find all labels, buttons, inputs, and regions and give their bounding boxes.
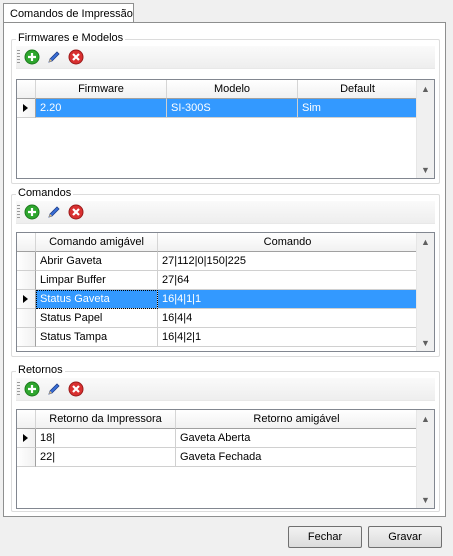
scroll-down-icon[interactable]: ▼	[417, 491, 434, 508]
add-icon[interactable]	[24, 381, 40, 397]
group-comandos: Comandos Comando amigável Comando Abrir …	[11, 187, 440, 357]
scroll-down-icon[interactable]: ▼	[417, 161, 434, 178]
row-header[interactable]	[17, 429, 36, 448]
row-header[interactable]	[17, 309, 36, 328]
toolbar-retornos	[16, 378, 435, 401]
add-icon[interactable]	[24, 204, 40, 220]
vertical-scrollbar[interactable]: ▲ ▼	[416, 410, 434, 508]
current-row-arrow-icon	[23, 295, 28, 303]
grid-corner	[17, 80, 36, 99]
toolbar-firmwares	[16, 46, 435, 69]
toolbar-grip[interactable]	[17, 50, 20, 64]
cell-comando[interactable]: 27|64	[158, 271, 418, 290]
col-header-comando-amigavel[interactable]: Comando amigável	[36, 233, 158, 252]
tab-label: Comandos de Impressão	[10, 8, 133, 20]
group-firmwares: Firmwares e Modelos Firmware Modelo Defa…	[11, 32, 440, 184]
row-header[interactable]	[17, 448, 36, 467]
cell-comando-amigavel[interactable]: Abrir Gaveta	[36, 252, 158, 271]
col-header-default[interactable]: Default	[298, 80, 418, 99]
col-header-firmware[interactable]: Firmware	[36, 80, 167, 99]
cell-retorno-amigavel[interactable]: Gaveta Fechada	[176, 448, 418, 467]
group-title-firmwares: Firmwares e Modelos	[16, 32, 126, 44]
cell-comando-amigavel[interactable]: Limpar Buffer	[36, 271, 158, 290]
row-header[interactable]	[17, 252, 36, 271]
row-header[interactable]	[17, 99, 36, 118]
delete-icon[interactable]	[68, 381, 84, 397]
scroll-up-icon[interactable]: ▲	[417, 410, 434, 427]
edit-icon[interactable]	[46, 49, 62, 65]
vertical-scrollbar[interactable]: ▲ ▼	[416, 233, 434, 351]
group-title-retornos: Retornos	[16, 364, 65, 376]
scroll-up-icon[interactable]: ▲	[417, 80, 434, 97]
col-header-modelo[interactable]: Modelo	[167, 80, 298, 99]
add-icon[interactable]	[24, 49, 40, 65]
vertical-scrollbar[interactable]: ▲ ▼	[416, 80, 434, 178]
grid-firmwares[interactable]: Firmware Modelo Default 2.20 SI-300S Sim…	[16, 79, 435, 179]
row-header[interactable]	[17, 328, 36, 347]
delete-icon[interactable]	[68, 49, 84, 65]
col-header-retorno-impressora[interactable]: Retorno da Impressora	[36, 410, 176, 429]
cell-comando-amigavel[interactable]: Status Papel	[36, 309, 158, 328]
cell-firmware[interactable]: 2.20	[36, 99, 167, 118]
scroll-down-icon[interactable]: ▼	[417, 334, 434, 351]
toolbar-grip[interactable]	[17, 382, 20, 396]
grid-comandos[interactable]: Comando amigável Comando Abrir Gaveta 27…	[16, 232, 435, 352]
fechar-button[interactable]: Fechar	[288, 526, 362, 548]
grid-corner	[17, 233, 36, 252]
group-title-comandos: Comandos	[16, 187, 74, 199]
gravar-button[interactable]: Gravar	[368, 526, 442, 548]
scroll-up-icon[interactable]: ▲	[417, 233, 434, 250]
current-row-arrow-icon	[23, 104, 28, 112]
cell-comando[interactable]: 16|4|1|1	[158, 290, 418, 309]
cell-retorno-impressora[interactable]: 22|	[36, 448, 176, 467]
delete-icon[interactable]	[68, 204, 84, 220]
cell-comando[interactable]: 16|4|2|1	[158, 328, 418, 347]
group-retornos: Retornos Retorno da Impressora Retorno a…	[11, 364, 440, 512]
grid-corner	[17, 410, 36, 429]
cell-retorno-amigavel[interactable]: Gaveta Aberta	[176, 429, 418, 448]
cell-retorno-impressora[interactable]: 18|	[36, 429, 176, 448]
cell-comando-amigavel[interactable]: Status Tampa	[36, 328, 158, 347]
current-row-arrow-icon	[23, 434, 28, 442]
cell-comando-amigavel[interactable]: Status Gaveta	[36, 290, 158, 309]
edit-icon[interactable]	[46, 381, 62, 397]
col-header-retorno-amigavel[interactable]: Retorno amigável	[176, 410, 418, 429]
grid-retornos[interactable]: Retorno da Impressora Retorno amigável 1…	[16, 409, 435, 509]
cell-comando[interactable]: 27|112|0|150|225	[158, 252, 418, 271]
tab-panel: Firmwares e Modelos Firmware Modelo Defa…	[3, 22, 446, 517]
tab-comandos-impressao[interactable]: Comandos de Impressão	[3, 3, 134, 23]
edit-icon[interactable]	[46, 204, 62, 220]
cell-default[interactable]: Sim	[298, 99, 418, 118]
cell-modelo[interactable]: SI-300S	[167, 99, 298, 118]
toolbar-comandos	[16, 201, 435, 224]
cell-comando[interactable]: 16|4|4	[158, 309, 418, 328]
row-header[interactable]	[17, 290, 36, 309]
row-header[interactable]	[17, 271, 36, 290]
col-header-comando[interactable]: Comando	[158, 233, 418, 252]
toolbar-grip[interactable]	[17, 205, 20, 219]
